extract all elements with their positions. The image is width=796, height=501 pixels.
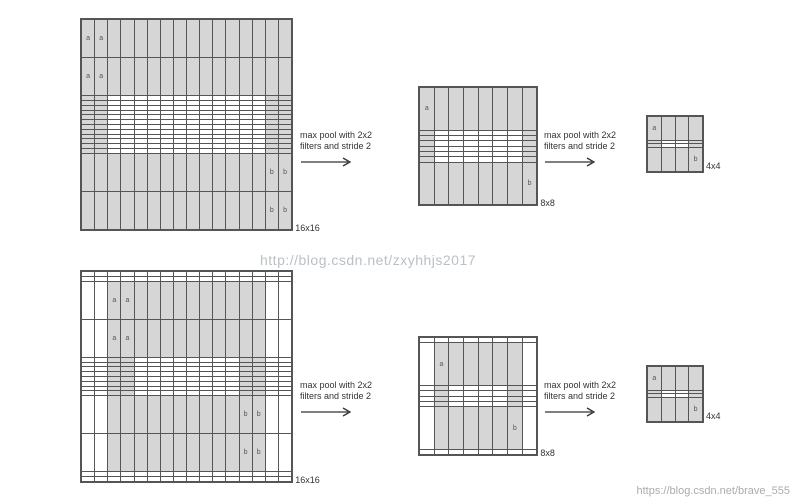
grid-16x16: aaaabbbb [80, 270, 293, 483]
grid-16x16: aaaabbbb [80, 18, 293, 231]
size-label-g8: 8x8 [540, 448, 555, 458]
arrow-right-icon [300, 157, 410, 167]
pool-operation-label: max pool with 2x2filters and stride 2 [544, 380, 654, 417]
pool-operation-label: max pool with 2x2filters and stride 2 [544, 130, 654, 167]
diagram-canvas: http://blog.csdn.net/zxyhhjs2017 https:/… [0, 0, 796, 501]
grid-8x8: ab [418, 336, 538, 456]
watermark-url-1: http://blog.csdn.net/zxyhhjs2017 [260, 252, 476, 268]
grid-8x8: ab [418, 86, 538, 206]
size-label-g4: 4x4 [706, 411, 721, 421]
arrow-right-icon [300, 407, 410, 417]
arrow-right-icon [544, 407, 654, 417]
size-label-g4: 4x4 [706, 161, 721, 171]
grid-4x4: ab [646, 365, 704, 423]
pool-operation-label: max pool with 2x2filters and stride 2 [300, 130, 410, 167]
watermark-url-2: https://blog.csdn.net/brave_555 [637, 485, 791, 497]
size-label-g16: 16x16 [295, 223, 320, 233]
grid-4x4: ab [646, 115, 704, 173]
size-label-g8: 8x8 [540, 198, 555, 208]
size-label-g16: 16x16 [295, 475, 320, 485]
arrow-right-icon [544, 157, 654, 167]
pool-operation-label: max pool with 2x2filters and stride 2 [300, 380, 410, 417]
